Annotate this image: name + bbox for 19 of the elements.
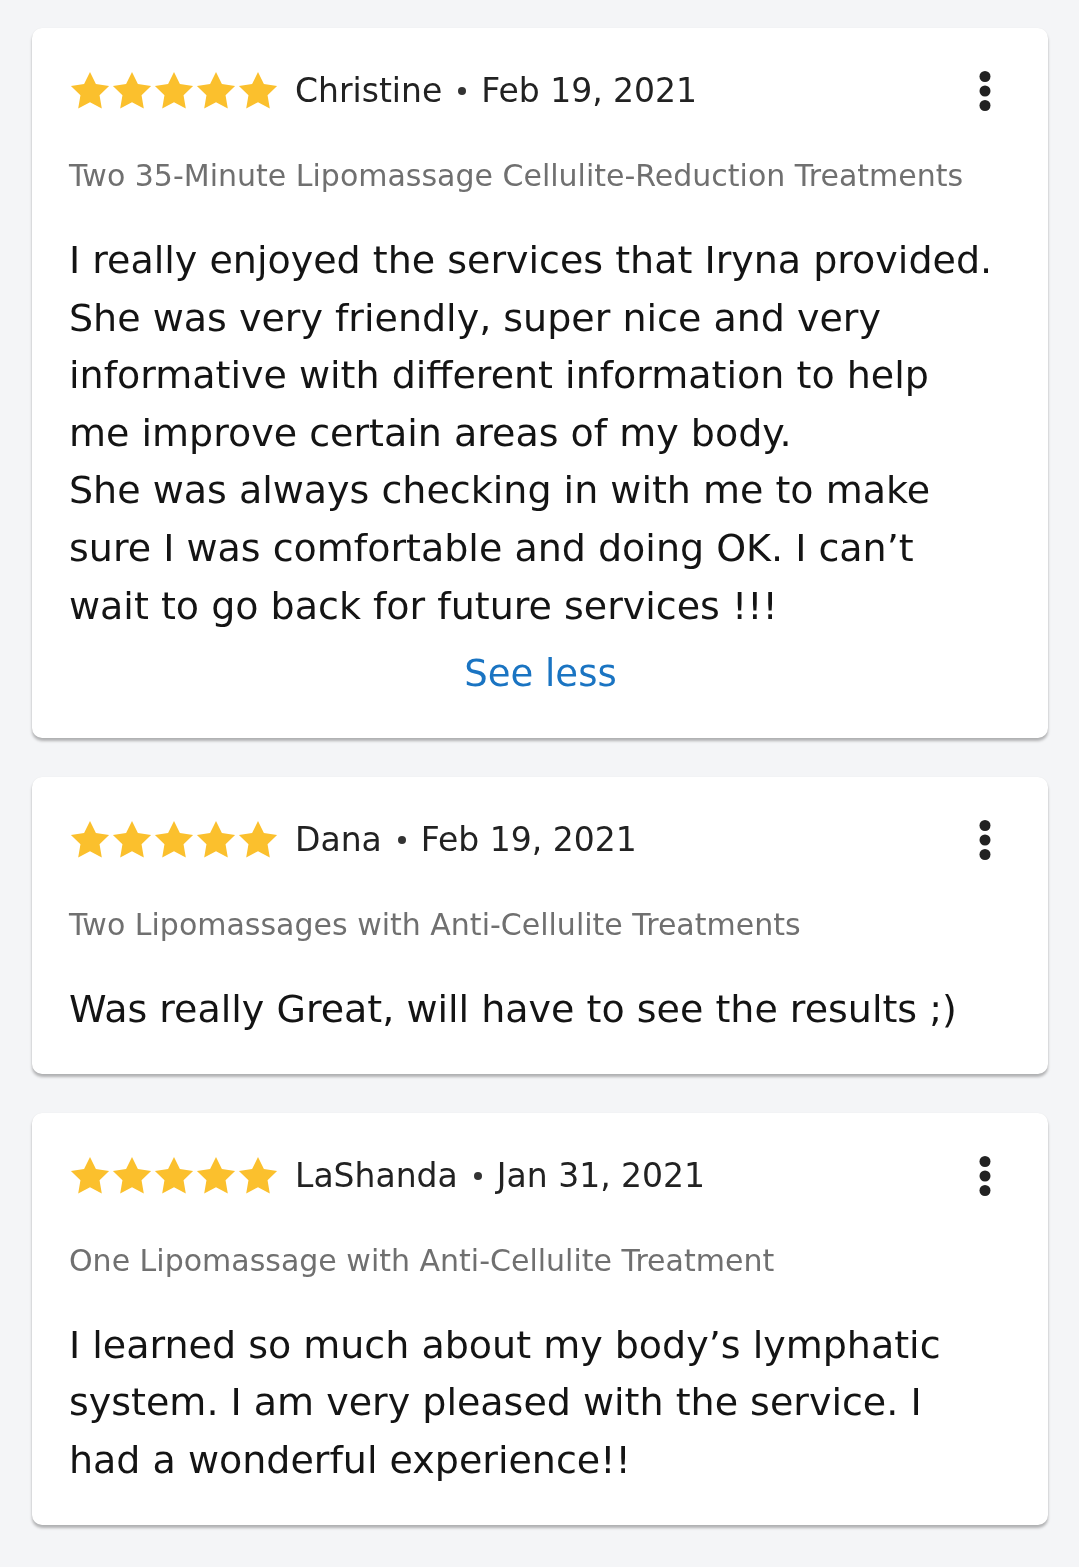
review-date: Jan 31, 2021 bbox=[496, 1154, 706, 1197]
review-date: Feb 19, 2021 bbox=[420, 819, 637, 862]
more-options-icon[interactable] bbox=[978, 70, 992, 112]
reviewer-name: Christine bbox=[295, 70, 443, 112]
separator-dot-icon bbox=[458, 87, 467, 95]
service-title: Two 35-Minute Lipomassage Cellulite-Reduction Treatments bbox=[69, 158, 965, 194]
review-date: Feb 19, 2021 bbox=[481, 70, 698, 112]
more-options-icon[interactable] bbox=[978, 819, 992, 862]
reviewer-name: Dana bbox=[295, 819, 382, 862]
see-less-link[interactable]: See less bbox=[464, 645, 617, 704]
service-title: One Lipomassage with Anti-Cellulite Treatment bbox=[69, 1242, 776, 1279]
separator-dot-icon bbox=[397, 836, 406, 845]
more-options-icon[interactable] bbox=[978, 1154, 992, 1197]
review-text: Was really Great, will have to see the results ;) bbox=[69, 986, 958, 1034]
review-text: I really enjoyed the services that Iryna provided. She was very friendly, super nice and very informative with different information to help me improve certain areas of my body. She was always checking in with me to make sure I was comfortable and doing OK. I can’t wait to go back for future services !!! bbox=[69, 237, 994, 630]
review-text: I learned so much about my body’s lymphatic system. I am very pleased with the service. I had a wonderful experience!! bbox=[69, 1321, 942, 1484]
reviewer-name: LaShanda bbox=[295, 1154, 458, 1197]
separator-dot-icon bbox=[473, 1171, 482, 1180]
service-title: Two Lipomassages with Anti-Cellulite Treatments bbox=[69, 907, 802, 944]
